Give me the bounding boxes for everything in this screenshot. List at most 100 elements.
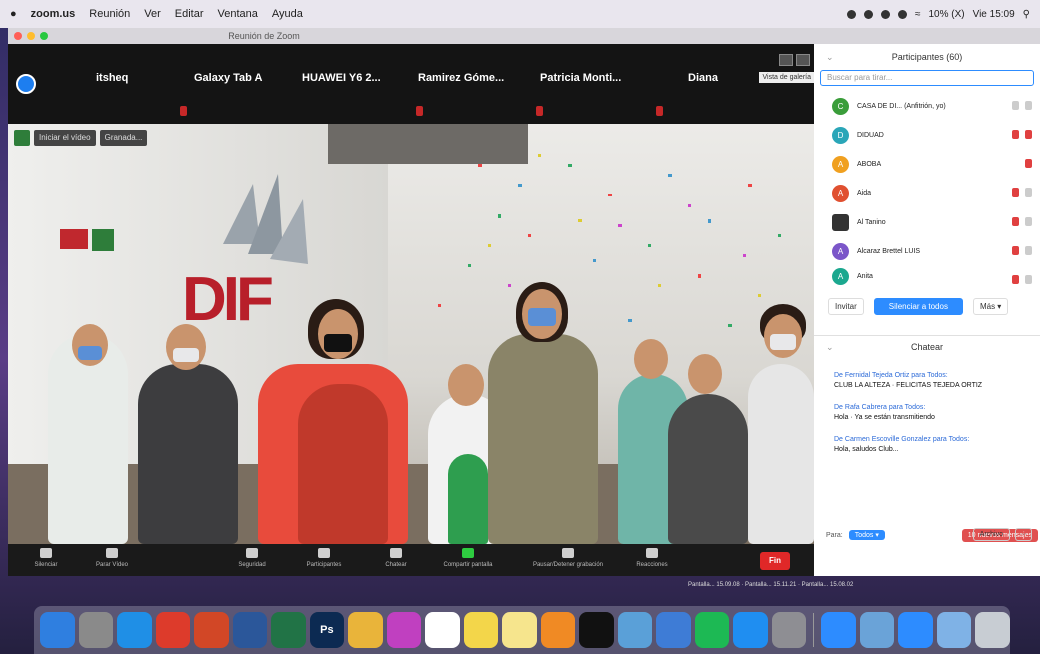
participants-button[interactable]: Participantes	[292, 548, 356, 568]
speaker-view-icon[interactable]	[779, 54, 793, 66]
dock-app-chrome-icon[interactable]	[155, 612, 191, 648]
share-screen-label: Compartir pantalla	[443, 562, 493, 568]
share-screen-button[interactable]: Compartir pantalla	[436, 548, 500, 568]
wifi-icon[interactable]: ≈	[915, 9, 921, 20]
status-icon[interactable]	[846, 9, 856, 19]
participant-person	[138, 364, 238, 544]
dock-app-downloads-icon[interactable]	[936, 612, 972, 648]
participant-tile[interactable]: Ramirez Góme...	[418, 72, 504, 84]
muted-mic-icon	[1012, 246, 1019, 255]
participant-name: Aida	[857, 190, 872, 197]
participant-name: CASA DE DI... (Anfitrión, yo)	[857, 103, 946, 110]
dock-app-launchpad-icon[interactable]	[78, 612, 114, 648]
participant-tile[interactable]: Galaxy Tab A	[194, 72, 262, 84]
menu-ver[interactable]: Ver	[144, 8, 161, 20]
menu-ventana[interactable]: Ventana	[218, 8, 258, 20]
message-sender[interactable]: De Carmen Escoville Gonzalez para Todos:	[834, 435, 1030, 445]
end-meeting-button[interactable]: Fin	[760, 552, 790, 570]
pause-icon	[562, 548, 574, 558]
view-switcher[interactable]	[779, 54, 810, 66]
status-icon[interactable]	[880, 9, 890, 19]
security-button[interactable]: Seguridad	[220, 548, 284, 568]
participant-tile[interactable]: HUAWEI Y6 2...	[302, 72, 381, 84]
menu-editar[interactable]: Editar	[175, 8, 204, 20]
chat-button[interactable]: Chatear	[364, 548, 428, 568]
meeting-toolbar: Silenciar Parar Vídeo Seguridad Particip…	[8, 544, 814, 576]
dock-app-trash-icon[interactable]	[975, 612, 1010, 648]
meeting-stage: itsheq Galaxy Tab A HUAWEI Y6 2... Ramir…	[8, 44, 814, 576]
dock-app-documents-icon[interactable]	[859, 612, 895, 648]
mute-all-button[interactable]: Silenciar a todos	[873, 298, 963, 315]
start-video-button[interactable]: Iniciar el vídeo	[34, 130, 96, 146]
invite-button[interactable]: Invitar	[828, 298, 864, 315]
dock-app-app-store-icon[interactable]	[733, 612, 768, 648]
dock-app-photoshop-icon[interactable]: Ps	[309, 612, 345, 648]
battery-status[interactable]: 10% (X)	[928, 9, 964, 20]
participant-tile[interactable]: itsheq	[96, 72, 128, 84]
close-window-button[interactable]	[14, 32, 22, 40]
dock-app-apple-tv-icon[interactable]	[579, 612, 614, 648]
mic-icon	[1012, 101, 1019, 110]
message-text: Hola · Ya se están transmitiendo	[834, 414, 935, 421]
avatar: A	[832, 156, 849, 173]
participant-tile[interactable]: Diana	[688, 72, 718, 84]
list-item[interactable]: C CASA DE DI... (Anfitrión, yo)	[814, 92, 1040, 121]
recipient-dropdown[interactable]: Todos ▾	[848, 530, 885, 540]
stop-video-button[interactable]: Parar Vídeo	[80, 548, 144, 568]
dock-app-finder-icon[interactable]	[40, 612, 75, 648]
dock-app-spotify-icon[interactable]	[694, 612, 730, 648]
dock-app-photos-icon[interactable]	[348, 612, 383, 648]
participant-search-input[interactable]: Buscar para tirar...	[820, 70, 1034, 86]
list-item[interactable]: A Alcaraz Brettel LUIS	[814, 237, 1040, 266]
participant-person	[770, 334, 796, 350]
more-button[interactable]: Más ▾	[972, 298, 1009, 315]
list-item[interactable]: A Aida	[814, 179, 1040, 208]
dock-app-word-icon[interactable]	[232, 612, 268, 648]
recording-button[interactable]: Pausar/Detener grabación	[528, 548, 608, 568]
menu-ayuda[interactable]: Ayuda	[272, 8, 303, 20]
dock-app-notes-icon[interactable]	[463, 612, 499, 648]
apple-icon[interactable]: ●	[10, 8, 17, 20]
message-sender[interactable]: De Rafa Cabrera para Todos:	[834, 403, 1030, 413]
clock[interactable]: Vie 15:09	[973, 9, 1015, 20]
list-item[interactable]: D DIDUAD	[814, 121, 1040, 150]
chevron-down-icon[interactable]: ⌄	[826, 44, 834, 70]
gallery-view-icon[interactable]	[796, 54, 810, 66]
dock-app-keynote-icon[interactable]	[656, 612, 691, 648]
list-item[interactable]: A ABOBA	[814, 150, 1040, 179]
avatar: C	[832, 98, 849, 115]
file-button[interactable]: Archivo	[972, 528, 1010, 541]
dock-app-pinwheel-icon[interactable]	[386, 612, 422, 648]
dock-app-zoom-meeting-icon[interactable]	[898, 612, 933, 648]
dock-app-excel-icon[interactable]	[271, 612, 306, 648]
camera-icon[interactable]	[14, 130, 30, 146]
zoom-window-button[interactable]	[40, 32, 48, 40]
dock-app-safari-icon[interactable]	[117, 612, 152, 648]
mute-button[interactable]: Silenciar	[14, 548, 78, 568]
dock-app-calendar-icon[interactable]	[425, 612, 460, 648]
dock-app-settings-icon[interactable]	[771, 612, 807, 648]
dock-app-photo-booth-icon[interactable]	[540, 612, 576, 648]
avatar[interactable]	[16, 74, 36, 94]
video-name-label[interactable]: Granada...	[99, 130, 148, 146]
list-item[interactable]: Al Tanino	[814, 208, 1040, 237]
participant-tile[interactable]: Patricia Monti...	[540, 72, 621, 84]
dock-app-stickies-icon[interactable]	[502, 612, 537, 648]
active-speaker-video[interactable]: DIF	[8, 124, 814, 544]
mute-label: Silenciar	[34, 562, 58, 568]
app-menu[interactable]: zoom.us	[31, 8, 76, 20]
dock-app-preview-icon[interactable]	[617, 612, 653, 648]
reactions-button[interactable]: Reacciones	[620, 548, 684, 568]
desktop-screenshots[interactable]: Pantalla... 15.09.08 · Pantalla... 15.11…	[688, 582, 853, 588]
dock-app-powerpoint-icon[interactable]	[194, 612, 229, 648]
menu-reunion[interactable]: Reunión	[89, 8, 130, 20]
message-sender[interactable]: De Fernidal Tejeda Ortiz para Todos:	[834, 371, 1030, 381]
status-icon[interactable]	[863, 9, 873, 19]
search-icon[interactable]: ⚲	[1023, 9, 1030, 20]
status-icon[interactable]	[897, 9, 907, 19]
more-options-button[interactable]: ···	[1015, 528, 1032, 541]
list-item[interactable]: A Anita	[814, 266, 1040, 286]
minimize-window-button[interactable]	[27, 32, 35, 40]
dock-app-zoom-icon[interactable]	[821, 612, 856, 648]
chevron-down-icon[interactable]: ⌄	[826, 336, 834, 358]
